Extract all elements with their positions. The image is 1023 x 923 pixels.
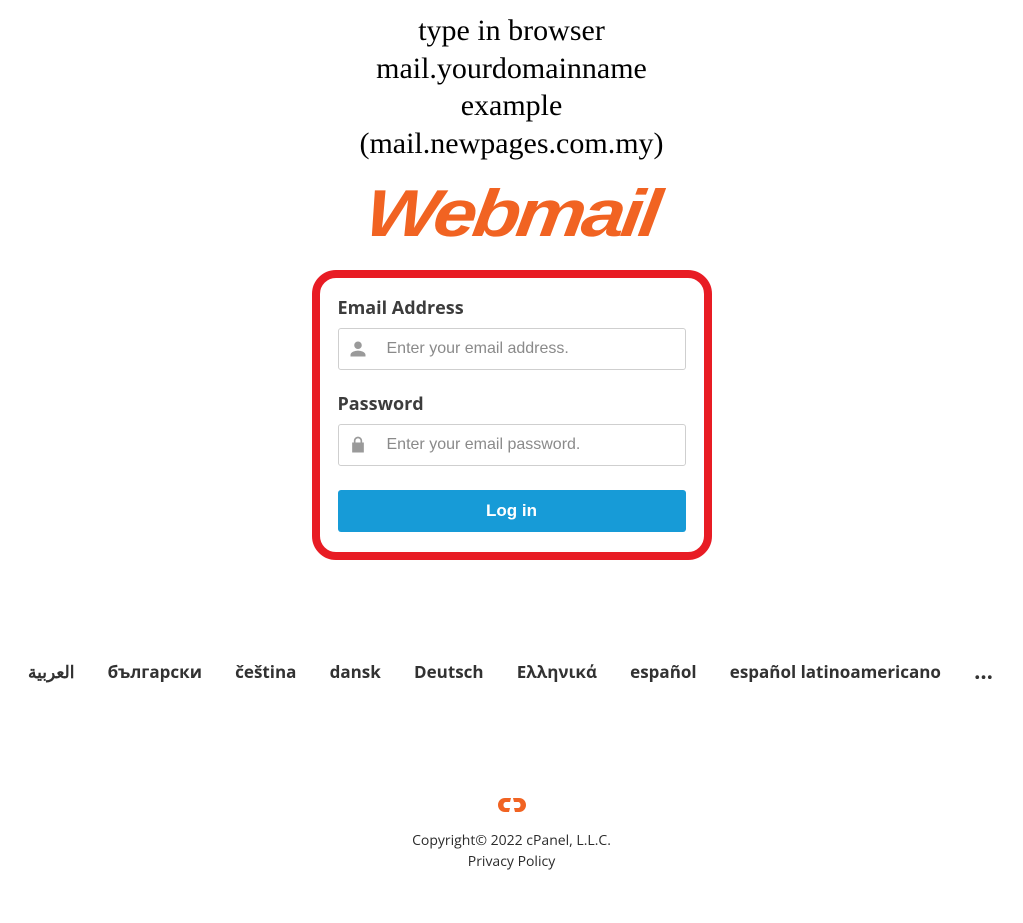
locale-link[interactable]: Ελληνικά <box>517 660 597 683</box>
locale-link[interactable]: dansk <box>330 660 381 683</box>
instruction-line: (mail.newpages.com.my) <box>0 125 1023 163</box>
instruction-text: type in browser mail.yourdomainname exam… <box>0 0 1023 166</box>
password-label: Password <box>338 392 686 416</box>
instruction-line: mail.yourdomainname <box>0 50 1023 88</box>
password-input-wrap <box>338 424 686 466</box>
password-input[interactable] <box>338 424 686 466</box>
locale-link[interactable]: български <box>108 660 202 683</box>
locale-link[interactable]: español <box>630 660 696 683</box>
locale-more-button[interactable]: … <box>974 656 995 686</box>
locale-link[interactable]: español latinoamericano <box>730 660 941 683</box>
copyright-text: Copyright© 2022 cPanel, L.L.C. <box>0 831 1023 850</box>
locale-link[interactable]: Deutsch <box>414 660 484 683</box>
locale-link[interactable]: čeština <box>235 660 296 683</box>
instruction-line: example <box>0 87 1023 125</box>
cpanel-logo-icon <box>497 794 527 821</box>
webmail-logo-wrap: Webmail <box>0 174 1023 252</box>
email-input-wrap <box>338 328 686 370</box>
email-label: Email Address <box>338 296 686 320</box>
login-form: Email Address Password Log in <box>312 270 712 560</box>
webmail-logo: Webmail <box>361 180 662 246</box>
locale-link[interactable]: العربية <box>28 660 74 683</box>
email-input[interactable] <box>338 328 686 370</box>
privacy-policy-link[interactable]: Privacy Policy <box>0 852 1023 871</box>
locale-selector: العربية български čeština dansk Deutsch … <box>0 656 1023 686</box>
footer: Copyright© 2022 cPanel, L.L.C. Privacy P… <box>0 794 1023 871</box>
instruction-line: type in browser <box>0 12 1023 50</box>
login-button[interactable]: Log in <box>338 490 686 532</box>
